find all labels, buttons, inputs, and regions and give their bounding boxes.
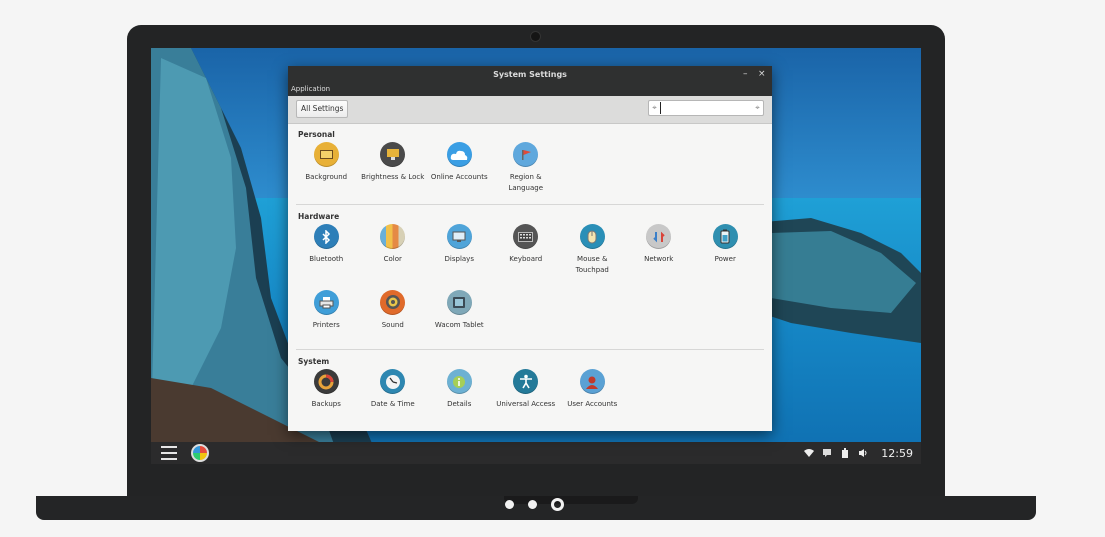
mouse-touchpad-icon (579, 224, 605, 249)
settings-item-color[interactable]: Color (360, 224, 427, 276)
settings-item-backups[interactable]: Backups (293, 369, 360, 410)
settings-item-label: Date & Time (370, 400, 415, 408)
taskbar: 12:59 (151, 442, 921, 464)
backups-icon (313, 369, 339, 394)
details-icon (446, 369, 472, 394)
settings-item-label: Printers (312, 320, 340, 329)
close-button[interactable]: × (758, 69, 766, 79)
app-launcher-icon[interactable] (191, 444, 209, 462)
settings-item-bluetooth[interactable]: Bluetooth (293, 224, 360, 276)
date-time-icon (380, 369, 406, 394)
clock[interactable]: 12:59 (881, 447, 913, 460)
settings-item-background[interactable]: Background (293, 142, 360, 194)
settings-item-user-accounts[interactable]: User Accounts (559, 369, 626, 410)
settings-item-label: Brightness & Lock (361, 173, 425, 181)
system-tray: 12:59 (803, 447, 913, 460)
settings-item-label: Keyboard (509, 255, 543, 263)
settings-item-network[interactable]: Network (626, 224, 693, 276)
settings-item-label: Wacom Tablet (434, 320, 484, 329)
menu-icon[interactable] (161, 446, 177, 460)
chat-icon[interactable] (821, 448, 833, 458)
settings-item-label: User Accounts (567, 400, 618, 408)
section-title-personal: Personal (298, 130, 335, 139)
settings-item-label: Color (383, 255, 402, 263)
settings-item-label: Universal Access (496, 400, 556, 408)
settings-item-printers[interactable]: Printers (293, 289, 360, 331)
settings-item-details[interactable]: Details (426, 369, 493, 410)
settings-item-label: Region & Language (508, 173, 544, 192)
battery-icon[interactable] (839, 448, 851, 458)
wacom-tablet-icon (446, 289, 472, 315)
settings-item-sound[interactable]: Sound (360, 289, 427, 331)
universal-access-icon (513, 369, 539, 394)
system-grid: Backups Date & Time Details Universal Ac… (293, 369, 772, 410)
network-icon (646, 224, 672, 249)
displays-icon (446, 224, 472, 249)
settings-item-power[interactable]: Power (692, 224, 759, 276)
settings-item-date-time[interactable]: Date & Time (360, 369, 427, 410)
window-titlebar[interactable]: System Settings Application – × (288, 66, 772, 96)
settings-item-region-language[interactable]: Region & Language (493, 142, 560, 194)
online-accounts-icon (446, 142, 472, 167)
search-icon: ⌖ (652, 103, 657, 112)
clear-search-icon[interactable]: ⌖ (752, 103, 763, 113)
settings-item-label: Sound (381, 320, 404, 329)
settings-item-keyboard[interactable]: Keyboard (493, 224, 560, 276)
minimize-button[interactable]: – (743, 69, 748, 79)
settings-item-label: Details (447, 400, 472, 408)
all-settings-button[interactable]: All Settings (296, 100, 349, 118)
background-icon (313, 142, 339, 167)
settings-item-label: Backups (311, 400, 341, 408)
section-divider (296, 204, 764, 205)
settings-item-universal-access[interactable]: Universal Access (493, 369, 560, 410)
keyboard-icon (513, 224, 539, 249)
settings-item-label: Online Accounts (430, 173, 488, 181)
settings-item-wacom-tablet[interactable]: Wacom Tablet (426, 289, 493, 331)
personal-grid: Background Brightness & Lock Online Acco… (293, 142, 772, 194)
settings-item-mouse-touchpad[interactable]: Mouse & Touchpad (559, 224, 626, 276)
pager-dot-3-active[interactable] (551, 498, 564, 511)
wifi-icon[interactable] (803, 448, 815, 458)
system-settings-window: System Settings Application – × All Sett… (288, 66, 772, 431)
section-title-system: System (298, 357, 330, 366)
window-toolbar: All Settings ⌖ ⌖ (288, 96, 772, 124)
window-title: System Settings (493, 70, 567, 79)
search-field[interactable]: ⌖ ⌖ (648, 100, 764, 116)
settings-item-label: Bluetooth (309, 255, 344, 263)
settings-item-label: Displays (444, 255, 474, 263)
hardware-grid: Bluetooth Color Displays Keyboard Mouse … (293, 224, 772, 331)
color-icon (380, 224, 406, 249)
power-icon (712, 224, 738, 249)
section-title-hardware: Hardware (298, 212, 340, 221)
carousel-pager (505, 498, 564, 511)
settings-item-label: Background (305, 173, 348, 181)
settings-item-online-accounts[interactable]: Online Accounts (426, 142, 493, 194)
brightness-lock-icon (380, 142, 406, 167)
volume-icon[interactable] (857, 448, 869, 458)
pager-dot-2[interactable] (528, 500, 537, 509)
application-menu[interactable]: Application (291, 85, 330, 93)
bluetooth-icon (313, 224, 339, 249)
user-accounts-icon (579, 369, 605, 394)
sound-icon (380, 289, 406, 315)
printers-icon (313, 289, 339, 315)
settings-item-label: Power (714, 255, 736, 263)
search-input[interactable] (660, 102, 752, 114)
region-language-icon (513, 142, 539, 167)
settings-item-label: Mouse & Touchpad (575, 255, 609, 274)
settings-item-displays[interactable]: Displays (426, 224, 493, 276)
settings-item-brightness-lock[interactable]: Brightness & Lock (360, 142, 427, 194)
settings-item-label: Network (644, 255, 674, 263)
pager-dot-1[interactable] (505, 500, 514, 509)
webcam (531, 32, 540, 41)
section-divider (296, 349, 764, 350)
